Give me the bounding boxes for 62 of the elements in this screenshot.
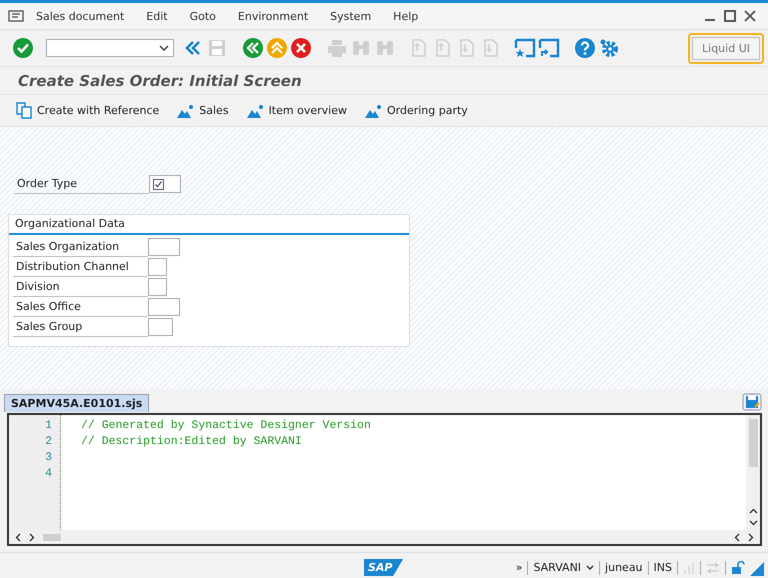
screen-title: Create Sales Order: Initial Screen	[18, 72, 302, 90]
swap-icon	[706, 562, 720, 574]
code-comment: // Description:Edited by SARVANI	[81, 435, 302, 448]
window-star-icon[interactable]	[514, 37, 536, 59]
settings-icon[interactable]	[598, 37, 620, 59]
line-number: 4	[45, 466, 52, 482]
mountain-icon	[177, 104, 194, 118]
cancel-icon[interactable]	[290, 37, 312, 59]
file-tab[interactable]: SAPMV45A.E0101.sjs	[4, 394, 150, 412]
chevron-left-icon[interactable]	[15, 532, 21, 542]
user-name[interactable]: SARVANI	[533, 561, 582, 574]
more-button[interactable]: »	[516, 561, 522, 574]
close-icon[interactable]	[744, 10, 756, 22]
input-field[interactable]	[148, 318, 173, 336]
menu-item[interactable]: Environment	[238, 10, 308, 22]
toolbar-button[interactable]: Create with Reference	[16, 102, 160, 119]
line-number: 3	[45, 450, 52, 466]
group-title: Organizational Data	[9, 215, 409, 235]
command-field[interactable]	[46, 39, 174, 57]
input-field[interactable]	[148, 278, 167, 296]
lock-icon[interactable]	[731, 560, 745, 574]
caret-icon[interactable]	[159, 45, 169, 51]
menu-item[interactable]: Sales document	[36, 10, 124, 22]
code-editor[interactable]: 1 2 3 4 // Generated by Synactive Designer Version // Description:Edited by SARVANI	[7, 413, 762, 546]
logo: SAP	[364, 559, 402, 576]
chevron-down-icon[interactable]	[748, 520, 758, 526]
chevron-left-icon[interactable]	[734, 532, 740, 542]
save-icon[interactable]	[742, 393, 762, 411]
menu-item[interactable]: System	[330, 10, 372, 22]
chevron-up-icon[interactable]	[748, 508, 758, 514]
line-number: 1	[45, 418, 52, 434]
double-chevron-left-icon[interactable]	[242, 37, 264, 59]
scrollbar-thumb[interactable]	[748, 419, 758, 467]
input-field[interactable]	[148, 298, 180, 316]
server-name: juneau	[605, 561, 643, 574]
caret-icon[interactable]	[586, 564, 594, 570]
input-field[interactable]	[149, 175, 181, 193]
toolbar-button[interactable]: Sales	[177, 104, 229, 118]
menu-item[interactable]: Edit	[146, 10, 168, 22]
liquid-ui-button[interactable]: Liquid UI	[692, 36, 760, 60]
maximize-icon[interactable]	[724, 10, 736, 22]
input-field[interactable]	[148, 258, 167, 276]
toolbar-button[interactable]: Ordering party	[364, 104, 468, 118]
help-icon[interactable]	[574, 37, 596, 59]
input-field[interactable]	[148, 238, 180, 256]
toolbar-button[interactable]: Item overview	[246, 104, 347, 118]
menu-item[interactable]: Goto	[190, 10, 216, 22]
resize-icon[interactable]	[750, 562, 764, 576]
code-comment: // Generated by Synactive Designer Version	[81, 419, 371, 432]
double-chevron-up-icon[interactable]	[266, 37, 288, 59]
chevron-right-icon[interactable]	[29, 532, 35, 542]
window-arrow-icon[interactable]	[538, 37, 560, 59]
check-icon[interactable]	[12, 37, 34, 59]
input-mode: INS	[654, 561, 672, 574]
scrollbar-thumb[interactable]	[43, 534, 61, 540]
menu-item[interactable]: Help	[393, 10, 418, 22]
copy-icon	[16, 102, 32, 119]
mountain-icon	[246, 104, 264, 118]
mountain-icon	[364, 104, 382, 118]
chevron-right-icon[interactable]	[748, 532, 754, 542]
menu-icon[interactable]	[8, 10, 24, 22]
line-number: 2	[45, 434, 52, 450]
